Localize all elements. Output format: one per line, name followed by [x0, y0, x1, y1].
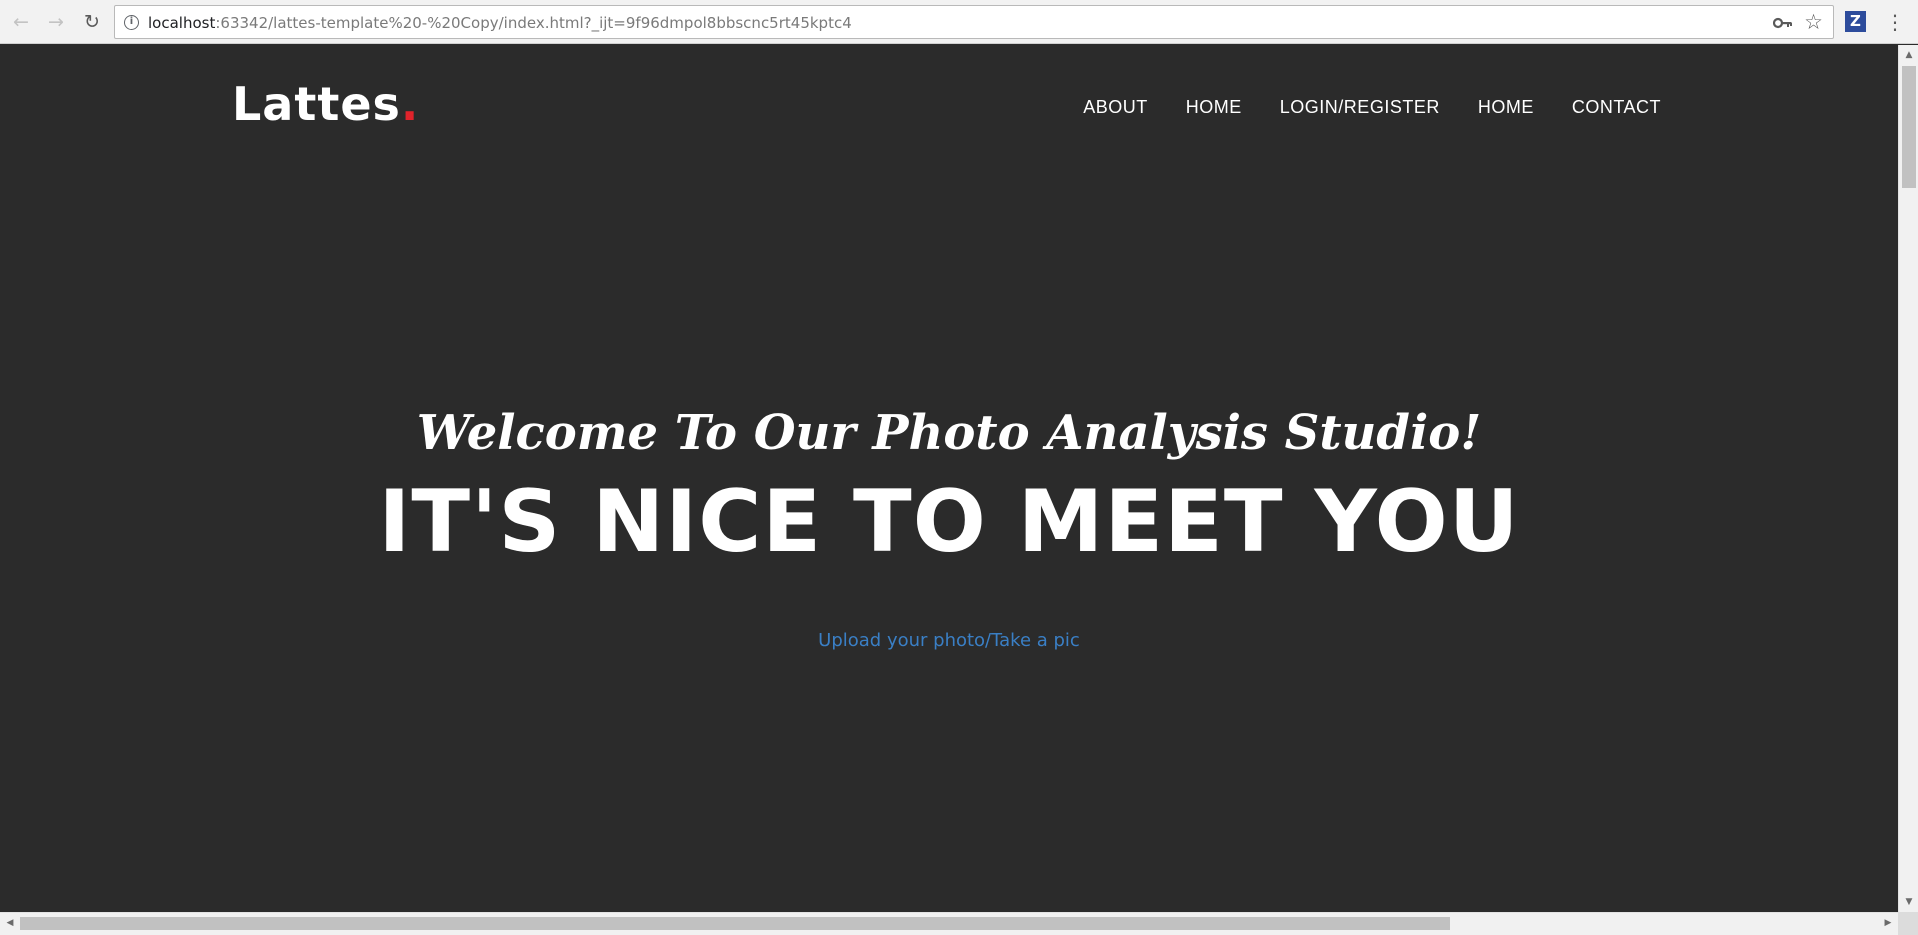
logo-dot: . — [400, 77, 420, 131]
horizontal-scrollbar[interactable]: ◀ ▶ — [0, 912, 1898, 932]
extension-icon[interactable]: Z — [1845, 11, 1866, 32]
scroll-up-arrow-icon[interactable]: ▲ — [1899, 47, 1918, 63]
scroll-down-arrow-icon[interactable]: ▼ — [1899, 894, 1918, 910]
scrollbar-corner — [1898, 912, 1918, 935]
address-bar[interactable]: i localhost:63342/lattes-template%20-%20… — [114, 5, 1834, 39]
url-path: :63342/lattes-template%20-%20Copy/index.… — [215, 14, 852, 32]
site-logo[interactable]: Lattes. — [232, 77, 419, 131]
main-navigation: ABOUT HOME LOGIN/REGISTER HOME CONTACT — [1083, 97, 1661, 118]
url-host: localhost — [148, 14, 216, 32]
logo-text: Lattes — [232, 77, 401, 131]
site-info-icon[interactable]: i — [124, 15, 139, 30]
horizontal-scroll-thumb[interactable] — [20, 917, 1450, 930]
vertical-scroll-thumb[interactable] — [1902, 66, 1916, 188]
hero-subtitle: Welcome To Our Photo Analysis Studio! — [416, 405, 1482, 461]
nav-link-home-2[interactable]: HOME — [1478, 97, 1534, 118]
browser-menu-icon[interactable]: ⋮ — [1885, 9, 1905, 35]
nav-link-login-register[interactable]: LOGIN/REGISTER — [1280, 97, 1440, 118]
key-icon[interactable] — [1773, 15, 1793, 31]
upload-photo-link[interactable]: Upload your photo/Take a pic — [818, 630, 1080, 651]
arrow-right-icon: → — [48, 11, 64, 33]
vertical-scrollbar[interactable]: ▲ ▼ — [1898, 45, 1918, 912]
page-content: Lattes. ABOUT HOME LOGIN/REGISTER HOME C… — [0, 45, 1898, 912]
forward-button[interactable]: → — [43, 9, 69, 35]
reload-icon: ↻ — [84, 11, 100, 33]
nav-link-contact[interactable]: CONTACT — [1572, 97, 1661, 118]
arrow-left-icon: ← — [13, 11, 29, 33]
url-text[interactable]: localhost:63342/lattes-template%20-%20Co… — [148, 14, 852, 32]
reload-button[interactable]: ↻ — [79, 9, 105, 35]
browser-toolbar: ← → ↻ i localhost:63342/lattes-template%… — [0, 0, 1918, 44]
hero-title: IT'S NICE TO MEET YOU — [378, 472, 1520, 572]
back-button[interactable]: ← — [8, 9, 34, 35]
hero-section: Welcome To Our Photo Analysis Studio! IT… — [0, 405, 1898, 651]
scroll-right-arrow-icon[interactable]: ▶ — [1879, 913, 1897, 933]
nav-link-about[interactable]: ABOUT — [1083, 97, 1148, 118]
bookmark-star-icon[interactable]: ☆ — [1804, 10, 1823, 34]
scroll-left-arrow-icon[interactable]: ◀ — [1, 913, 19, 933]
nav-link-home[interactable]: HOME — [1186, 97, 1242, 118]
